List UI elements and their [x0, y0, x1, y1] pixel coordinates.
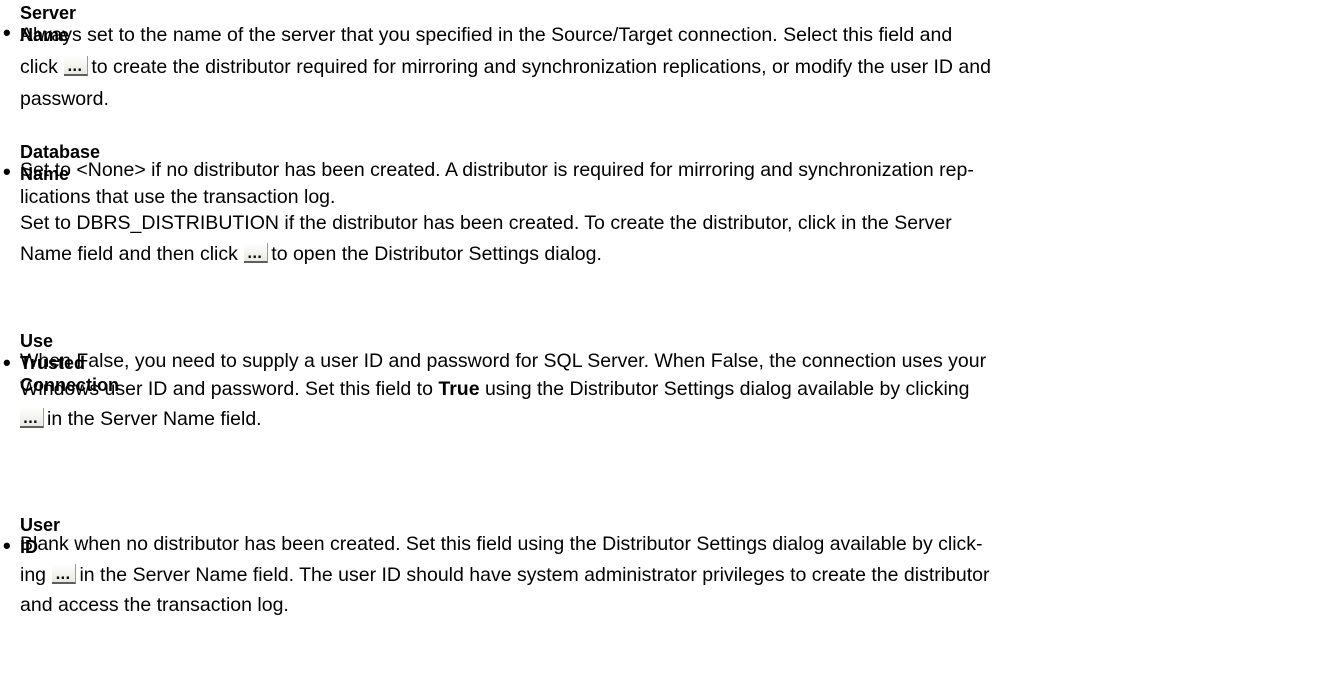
desc-line: lications that use the transaction log.: [20, 186, 336, 208]
desc-text: in the Server Name field.: [47, 408, 262, 430]
desc-text: to open the Distributor Settings dialog.: [271, 243, 602, 265]
value-true: True: [438, 378, 480, 400]
desc-line: and access the transaction log.: [20, 594, 289, 616]
bullet: •: [3, 350, 11, 375]
ellipsis-button-icon[interactable]: [244, 243, 269, 263]
desc-line: ing in the Server Name field. The user I…: [20, 558, 990, 592]
bullet: •: [3, 20, 11, 45]
desc-use-trusted-connection: When False, you need to supply a user ID…: [20, 347, 986, 435]
desc-text: using the Distributor Settings dialog av…: [479, 378, 970, 400]
bullet: •: [3, 533, 11, 558]
desc-user-id: Blank when no distributor has been creat…: [20, 530, 990, 618]
desc-line: When False, you need to supply a user ID…: [20, 350, 987, 372]
desc-line: Windows user ID and password. Set this f…: [20, 375, 986, 403]
desc-server-name: Always set to the name of the server tha…: [20, 19, 991, 115]
desc-text: click: [20, 56, 64, 78]
desc-line: Set to <None> if no distributor has been…: [20, 159, 974, 181]
desc-line: in the Server Name field.: [20, 403, 986, 435]
ellipsis-button-icon[interactable]: [52, 564, 77, 584]
desc-text: Name field and then click: [20, 243, 244, 265]
ellipsis-button-icon[interactable]: [20, 408, 44, 428]
desc-line: Blank when no distributor has been creat…: [20, 533, 983, 555]
desc-line: Always set to the name of the server tha…: [20, 24, 953, 46]
desc-text: Windows user ID and password. Set this f…: [20, 378, 439, 400]
ellipsis-button-icon[interactable]: [64, 56, 89, 76]
desc-text: to create the distributor required for m…: [91, 56, 991, 78]
desc-line: Set to DBRS_DISTRIBUTION if the distribu…: [20, 212, 952, 234]
desc-text: ing: [20, 564, 52, 586]
desc-database-name: Set to <None> if no distributor has been…: [20, 157, 974, 271]
desc-line: password.: [20, 88, 109, 110]
bullet: •: [3, 159, 11, 184]
desc-line: click to create the distributor required…: [20, 51, 991, 83]
desc-text: in the Server Name field. The user ID sh…: [79, 564, 990, 586]
desc-line: Name field and then click to open the Di…: [20, 237, 974, 271]
